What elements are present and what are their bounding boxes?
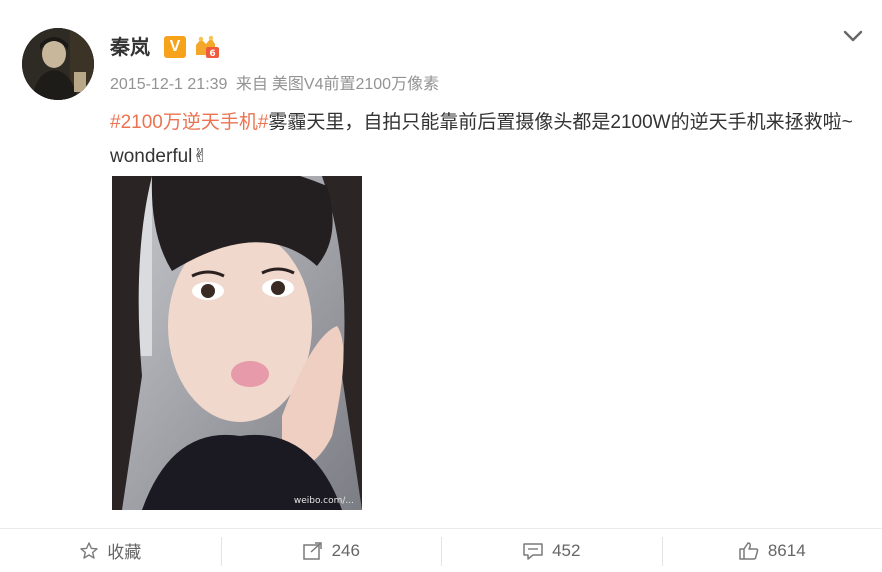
repost-button[interactable]: 246 (220, 529, 442, 572)
post-content: #2100万逆天手机#雾霾天里，自拍只能靠前后置摄像头都是2100W的逆天手机来… (110, 106, 870, 174)
favorite-label: 收藏 (107, 543, 142, 562)
author-name[interactable]: 秦岚 (110, 36, 150, 60)
like-count: 8614 (767, 540, 806, 560)
like-button[interactable]: 8614 (661, 529, 882, 572)
comment-count: 452 (552, 540, 581, 560)
favorite-button[interactable]: 收藏 (0, 529, 221, 572)
post-meta: 2015-12-1 21:39 来自 美图V4前置2100万像素 (110, 75, 443, 95)
like-icon (739, 541, 759, 560)
chevron-down-icon[interactable] (842, 28, 864, 44)
avatar[interactable] (22, 28, 94, 100)
image-watermark: weibo.com/... (293, 496, 354, 506)
post-time[interactable]: 2015-12-1 21:39 (110, 76, 227, 93)
vip-crown-icon: 6 (193, 35, 221, 61)
post-image[interactable]: weibo.com/... (112, 176, 362, 510)
action-toolbar: 收藏 246 452 8614 (0, 529, 882, 572)
repost-icon (302, 541, 322, 560)
comment-icon (523, 542, 543, 560)
verified-v-icon: V (164, 36, 186, 58)
star-icon (80, 541, 98, 559)
svg-text:6: 6 (209, 49, 215, 59)
source-prefix: 来自 (235, 76, 268, 93)
post-source[interactable]: 美图V4前置2100万像素 (272, 76, 439, 93)
hashtag-link[interactable]: #2100万逆天手机# (110, 112, 268, 133)
comment-button[interactable]: 452 (441, 529, 662, 572)
victory-emoji: ✌ (192, 146, 209, 167)
repost-count: 246 (331, 540, 360, 560)
